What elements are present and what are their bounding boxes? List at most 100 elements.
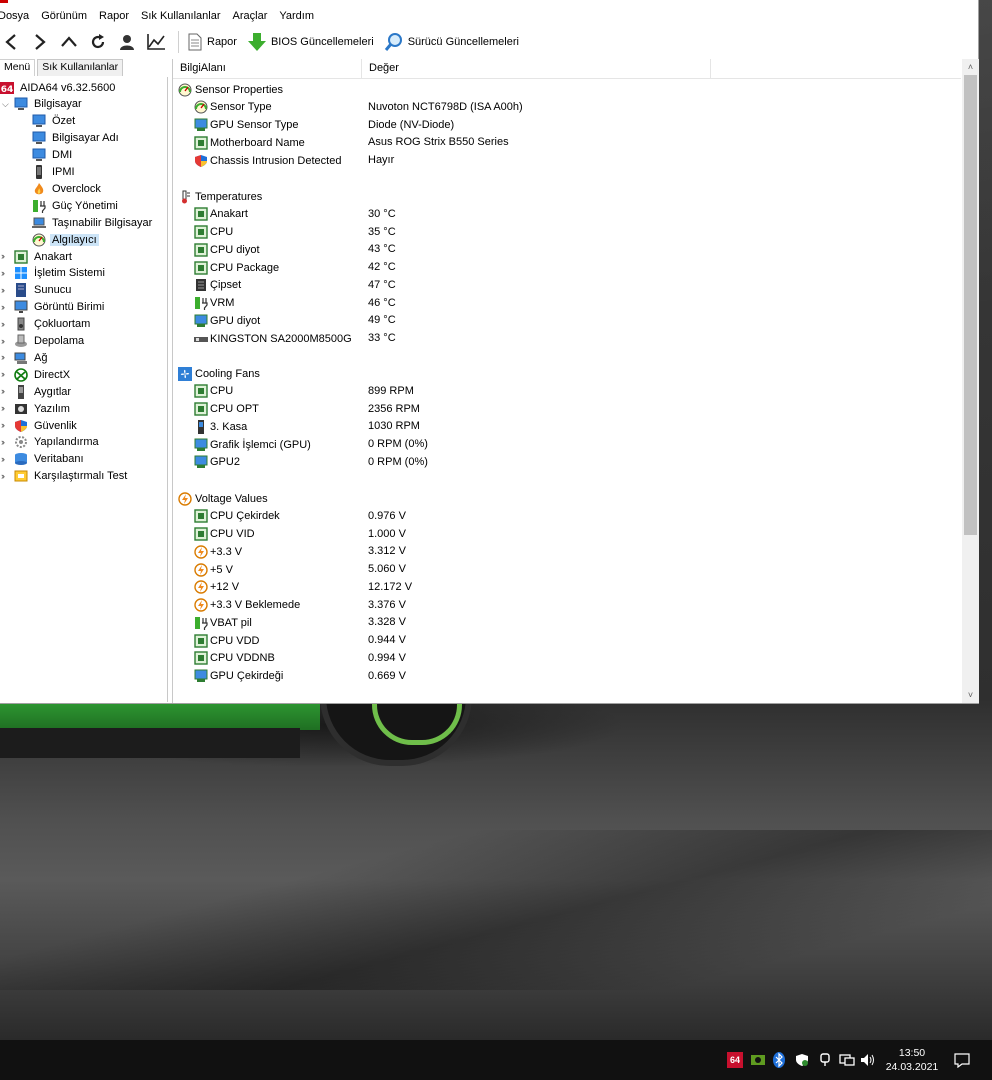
table-row[interactable]: +12 V bbox=[194, 579, 239, 596]
table-row[interactable]: Grafik İşlemci (GPU) bbox=[194, 436, 311, 453]
table-row[interactable]: +3.3 V Beklemede bbox=[194, 597, 300, 614]
tree-item-22[interactable]: Yapılandırma bbox=[14, 434, 101, 451]
network-tray-icon[interactable] bbox=[838, 1052, 856, 1068]
tree-item-10[interactable]: Algılayıcı bbox=[32, 231, 99, 248]
tree-item-2[interactable]: Bilgisayar bbox=[14, 96, 84, 113]
volume-tray-icon[interactable] bbox=[860, 1052, 876, 1068]
device-tray-icon[interactable] bbox=[817, 1052, 833, 1068]
expand-chevron-icon[interactable]: › bbox=[1, 421, 9, 430]
table-row[interactable]: +5 V bbox=[194, 561, 233, 578]
bluetooth-tray-icon[interactable] bbox=[772, 1052, 786, 1068]
menu-favorites[interactable]: Sık Kullanılanlar bbox=[135, 8, 227, 28]
table-row[interactable]: CPU Çekirdek bbox=[194, 508, 280, 525]
tree-item-9[interactable]: Taşınabilir Bilgisayar bbox=[32, 214, 154, 231]
collapse-chevron-icon[interactable]: ⌵ bbox=[2, 99, 10, 108]
table-row[interactable]: +3.3 V bbox=[194, 543, 242, 560]
menu-view[interactable]: Görünüm bbox=[35, 8, 93, 28]
menu-file[interactable]: Dosya bbox=[0, 8, 35, 28]
taskbar-clock[interactable]: 13:50 24.03.2021 bbox=[877, 1046, 947, 1074]
section-header-volts[interactable]: Voltage Values bbox=[178, 490, 268, 507]
section-header-fans[interactable]: Cooling Fans bbox=[178, 365, 260, 382]
column-header-field[interactable]: BilgiAlanı bbox=[173, 59, 362, 78]
expand-chevron-icon[interactable]: › bbox=[1, 387, 9, 396]
table-row[interactable]: GPU2 bbox=[194, 454, 240, 471]
tree-item-3[interactable]: Özet bbox=[32, 113, 77, 130]
tree-item-4[interactable]: Bilgisayar Adı bbox=[32, 130, 121, 147]
expand-chevron-icon[interactable]: › bbox=[1, 471, 9, 480]
expand-chevron-icon[interactable]: › bbox=[1, 268, 9, 277]
menu-help[interactable]: Yardım bbox=[273, 8, 320, 28]
user-button[interactable] bbox=[116, 31, 138, 53]
tab-menu[interactable]: Menü bbox=[0, 59, 36, 76]
menu-tools[interactable]: Araçlar bbox=[227, 8, 274, 28]
bios-updates-button[interactable]: BIOS Güncellemeleri bbox=[247, 32, 374, 52]
nvidia-tray-icon[interactable] bbox=[750, 1052, 766, 1068]
tree-item-16[interactable]: Depolama bbox=[14, 333, 86, 350]
driver-updates-button[interactable]: Sürücü Güncellemeleri bbox=[384, 32, 519, 52]
tree-item-18[interactable]: DirectX bbox=[14, 366, 72, 383]
tree-item-11[interactable]: Anakart bbox=[14, 248, 74, 265]
tree-item-8[interactable]: Güç Yönetimi bbox=[32, 197, 120, 214]
tree-item-5[interactable]: DMI bbox=[32, 147, 74, 164]
up-button[interactable] bbox=[58, 31, 80, 53]
table-row[interactable]: CPU VDDNB bbox=[194, 650, 275, 667]
expand-chevron-icon[interactable]: › bbox=[1, 252, 9, 261]
table-row[interactable]: CPU bbox=[194, 224, 233, 241]
tree-item-13[interactable]: Sunucu bbox=[14, 282, 73, 299]
expand-chevron-icon[interactable]: › bbox=[1, 437, 9, 446]
vertical-scrollbar[interactable]: ˄ ˅ bbox=[962, 59, 979, 703]
tree-item-20[interactable]: Yazılım bbox=[14, 400, 72, 417]
expand-chevron-icon[interactable]: › bbox=[1, 370, 9, 379]
tree-item-24[interactable]: Karşılaştırmalı Test bbox=[14, 468, 129, 485]
tree-item-17[interactable]: Ağ bbox=[14, 349, 49, 366]
tree-item-19[interactable]: Aygıtlar bbox=[14, 383, 73, 400]
table-row[interactable]: CPU VDD bbox=[194, 632, 260, 649]
table-row[interactable]: KINGSTON SA2000M8500G bbox=[194, 330, 352, 347]
scroll-up-icon[interactable]: ˄ bbox=[962, 59, 979, 75]
scroll-down-icon[interactable]: ˅ bbox=[962, 687, 979, 703]
chart-button[interactable] bbox=[145, 31, 167, 53]
section-header-temps[interactable]: Temperatures bbox=[178, 188, 262, 205]
expand-chevron-icon[interactable]: › bbox=[1, 454, 9, 463]
tree-item-21[interactable]: Güvenlik bbox=[14, 417, 79, 434]
tree-item-12[interactable]: İşletim Sistemi bbox=[14, 265, 107, 282]
table-row[interactable]: CPU Package bbox=[194, 259, 279, 276]
tree-item-23[interactable]: Veritabanı bbox=[14, 451, 86, 468]
table-row[interactable]: Çipset bbox=[194, 277, 241, 294]
expand-chevron-icon[interactable]: › bbox=[1, 336, 9, 345]
tree-item-6[interactable]: IPMI bbox=[32, 164, 77, 181]
tree-item-15[interactable]: Çokluortam bbox=[14, 316, 92, 333]
forward-button[interactable] bbox=[29, 31, 51, 53]
table-row[interactable]: Chassis Intrusion Detected bbox=[194, 152, 341, 169]
table-row[interactable]: CPU OPT bbox=[194, 401, 259, 418]
expand-chevron-icon[interactable]: › bbox=[1, 285, 9, 294]
table-row[interactable]: CPU bbox=[194, 383, 233, 400]
tree-item-14[interactable]: Görüntü Birimi bbox=[14, 299, 106, 316]
table-row[interactable]: Anakart bbox=[194, 206, 248, 223]
security-tray-icon[interactable] bbox=[794, 1052, 810, 1068]
tab-favorites[interactable]: Sık Kullanılanlar bbox=[37, 59, 124, 76]
scrollbar-thumb[interactable] bbox=[964, 75, 977, 535]
table-row[interactable]: GPU Çekirdeği bbox=[194, 668, 283, 685]
tree-item-7[interactable]: Overclock bbox=[32, 180, 103, 197]
tree-item-1[interactable]: 64 AIDA64 v6.32.5600 bbox=[0, 79, 117, 96]
menu-report[interactable]: Rapor bbox=[93, 8, 135, 28]
refresh-button[interactable] bbox=[87, 31, 109, 53]
aida64-tray-icon[interactable]: 64 bbox=[727, 1052, 743, 1068]
table-row[interactable]: VBAT pil bbox=[194, 614, 252, 631]
notification-center-icon[interactable] bbox=[953, 1052, 971, 1068]
expand-chevron-icon[interactable]: › bbox=[1, 319, 9, 328]
table-row[interactable]: GPU diyot bbox=[194, 312, 260, 329]
back-button[interactable] bbox=[0, 31, 22, 53]
column-header-value[interactable]: Değer bbox=[362, 59, 711, 78]
report-button[interactable]: Rapor bbox=[187, 33, 237, 51]
expand-chevron-icon[interactable]: › bbox=[1, 302, 9, 311]
expand-chevron-icon[interactable]: › bbox=[1, 353, 9, 362]
table-row[interactable]: GPU Sensor Type bbox=[194, 117, 298, 134]
table-row[interactable]: VRM bbox=[194, 295, 234, 312]
section-header-sensor[interactable]: Sensor Properties bbox=[178, 81, 283, 98]
table-row[interactable]: CPU VID bbox=[194, 526, 255, 543]
table-row[interactable]: Sensor Type bbox=[194, 99, 272, 116]
expand-chevron-icon[interactable]: › bbox=[1, 404, 9, 413]
table-row[interactable]: 3. Kasa bbox=[194, 418, 247, 435]
